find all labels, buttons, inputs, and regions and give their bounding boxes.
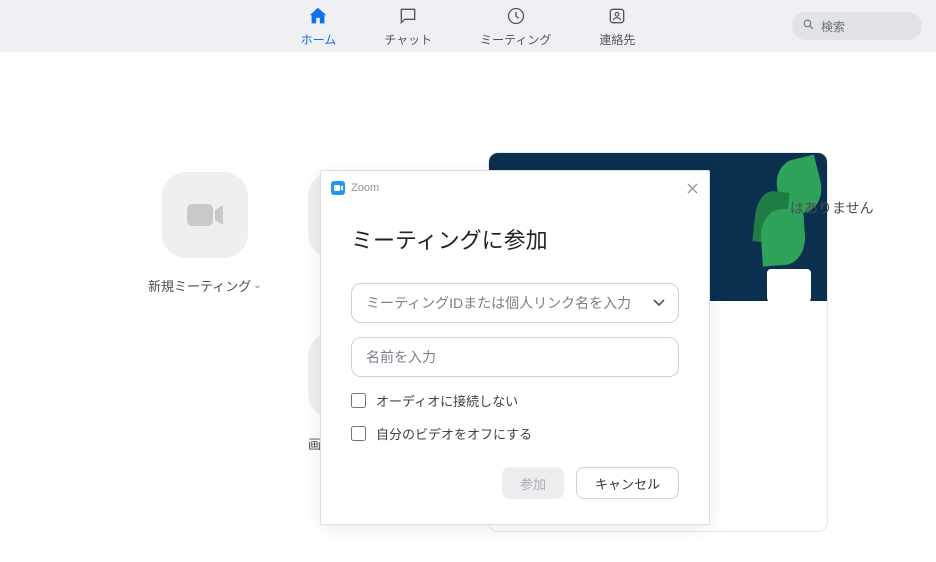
modal-heading: ミーティングに参加 [351,223,679,255]
tile-label: 新規ミーティング ⌄ [148,276,262,295]
home-icon [307,5,329,27]
search-icon [802,18,815,34]
search-input[interactable]: 検索 [792,12,922,40]
chat-icon [397,5,419,27]
name-input-wrap [351,337,679,377]
video-off-checkbox[interactable]: 自分のビデオをオフにする [351,424,679,443]
modal-body: ミーティングに参加 オーディオに接続しない 自分のビデオをオフにする [321,197,709,443]
checkbox-input[interactable] [351,426,366,441]
checkbox-label: オーディオに接続しない [376,391,518,410]
search-placeholder: 検索 [821,18,845,35]
meeting-id-wrap [351,283,679,323]
join-button[interactable]: 参加 [502,467,564,499]
titlebar-left: Zoom [331,181,379,195]
nav-label: ミーティング [480,31,551,48]
cancel-button[interactable]: キャンセル [576,467,679,499]
nav-chat[interactable]: チャット [378,1,438,52]
clock-icon [505,5,527,27]
modal-titlebar: Zoom [321,179,709,197]
nav-items: ホーム チャット ミーティング 連絡先 [295,1,642,52]
nav-label: チャット [384,31,432,48]
chevron-down-icon[interactable]: ⌄ [253,280,261,291]
zoom-app-icon [331,181,345,195]
checkbox-label: 自分のビデオをオフにする [376,424,532,443]
top-nav: ホーム チャット ミーティング 連絡先 検索 [0,0,936,52]
chevron-down-icon[interactable] [653,294,665,312]
new-meeting-tile[interactable]: 新規ミーティング ⌄ [148,172,262,351]
name-input[interactable] [351,337,679,377]
nav-label: ホーム [301,31,337,48]
nav-home[interactable]: ホーム [295,1,343,52]
camera-icon [162,172,248,258]
content: 新規ミーティング ⌄ 19 スケジュール 画 はありませ [0,52,936,562]
modal-footer: 参加 キャンセル [321,443,709,499]
nav-meetings[interactable]: ミーティング [474,1,557,52]
contacts-icon [606,5,628,27]
nav-contacts[interactable]: 連絡先 [593,1,641,52]
modal-app-title: Zoom [351,182,379,194]
meeting-id-input[interactable] [351,283,679,323]
checkbox-input[interactable] [351,393,366,408]
join-meeting-modal: Zoom ミーティングに参加 オーディオに接続しない [320,170,710,525]
nav-label: 連絡先 [599,31,635,48]
audio-off-checkbox[interactable]: オーディオに接続しない [351,391,679,410]
no-meeting-text: はありません [790,198,898,218]
close-icon[interactable] [685,181,699,195]
